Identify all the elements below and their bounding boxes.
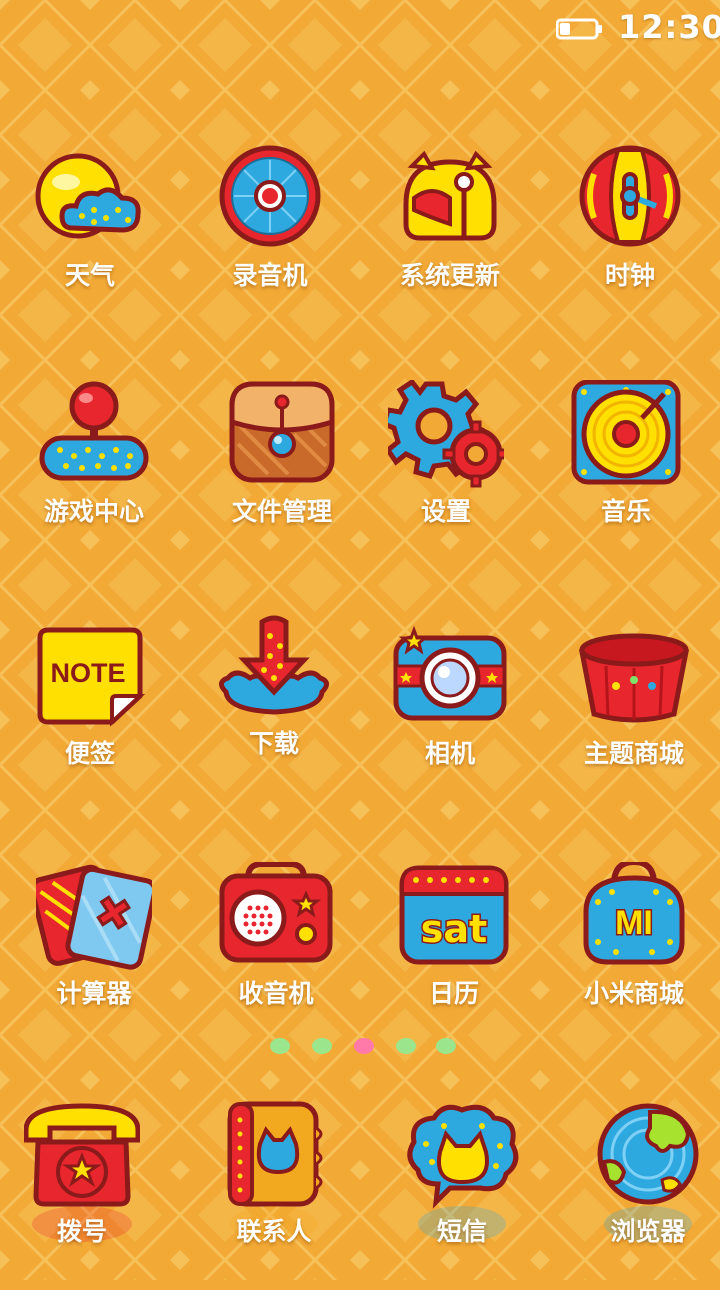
app-calculator[interactable]: 计算器: [4, 862, 184, 1052]
app-label: 联系人: [236, 1217, 312, 1246]
globe-icon: [597, 1103, 699, 1205]
page-indicator[interactable]: [0, 1036, 720, 1060]
dock-messages[interactable]: 短信: [372, 1100, 552, 1290]
battery-icon: [556, 18, 602, 40]
app-label: 计算器: [56, 979, 132, 1008]
mi-bag-icon: MI: [583, 862, 685, 965]
theme-store-icon: [578, 633, 690, 723]
dock-browser[interactable]: 浏览器: [558, 1100, 720, 1290]
page-dot[interactable]: [312, 1038, 332, 1054]
app-download[interactable]: 下载: [184, 612, 364, 802]
calendar-icon: sat: [399, 865, 509, 965]
app-file-manager[interactable]: 文件管理: [192, 380, 372, 570]
app-clock[interactable]: 时钟: [540, 144, 720, 334]
download-arrow-icon: [219, 615, 329, 715]
app-label: 游戏中心: [43, 497, 144, 526]
app-weather[interactable]: 天气: [0, 144, 180, 334]
recorder-icon: [219, 145, 321, 247]
status-bar: 12:30: [0, 0, 720, 56]
page-dot[interactable]: [270, 1038, 290, 1054]
app-camera[interactable]: 相机: [360, 622, 540, 812]
app-label: 天气: [64, 261, 115, 290]
app-label: 音乐: [600, 497, 651, 526]
joystick-icon: [39, 381, 149, 481]
mi-icon-text: MI: [615, 904, 653, 942]
app-label: 小米商城: [583, 979, 684, 1008]
telephone-icon: [24, 1103, 140, 1207]
app-label: 拨号: [56, 1217, 107, 1246]
app-label: 相机: [424, 739, 475, 768]
weather-icon: [35, 153, 141, 239]
app-label: 短信: [436, 1217, 487, 1246]
note-icon: NOTE: [37, 627, 146, 727]
app-label: 录音机: [232, 261, 308, 290]
page-dot-active[interactable]: [354, 1038, 374, 1054]
camera-icon: [393, 625, 507, 721]
app-label: 主题商城: [583, 739, 684, 768]
app-system-update[interactable]: 系统更新: [360, 144, 540, 334]
page-dot[interactable]: [396, 1038, 416, 1054]
radio-icon: [219, 862, 333, 963]
app-label: 收音机: [238, 979, 314, 1008]
clock-icon: [579, 145, 681, 247]
app-label: 时钟: [604, 261, 655, 290]
app-theme-store[interactable]: 主题商城: [544, 622, 720, 812]
app-mi-store[interactable]: MI 小米商城: [544, 862, 720, 1052]
status-time: 12:30: [618, 8, 720, 46]
page-dot[interactable]: [436, 1038, 456, 1054]
app-recorder[interactable]: 录音机: [180, 144, 360, 334]
app-label: 日历: [428, 979, 479, 1008]
message-bubble-icon: [407, 1104, 519, 1209]
calendar-icon-text: sat: [421, 907, 487, 951]
calculator-cards-icon: [36, 864, 152, 970]
dock-contacts[interactable]: 联系人: [184, 1100, 364, 1290]
app-calendar[interactable]: sat 日历: [364, 862, 544, 1052]
app-label: 便签: [64, 739, 115, 768]
app-radio[interactable]: 收音机: [186, 862, 366, 1052]
app-label: 系统更新: [399, 261, 500, 290]
contacts-book-icon: [227, 1101, 323, 1207]
note-icon-text: NOTE: [50, 658, 125, 688]
system-update-icon: [403, 150, 497, 241]
app-label: 文件管理: [231, 497, 332, 526]
app-music[interactable]: 音乐: [536, 380, 716, 570]
vinyl-record-icon: [571, 380, 681, 485]
folder-bag-icon: [229, 381, 335, 483]
app-label: 下载: [248, 729, 299, 758]
gear-icon: [388, 380, 504, 488]
app-game-center[interactable]: 游戏中心: [4, 380, 184, 570]
app-label: 浏览器: [610, 1217, 686, 1246]
app-notes[interactable]: NOTE 便签: [0, 622, 180, 812]
app-settings[interactable]: 设置: [356, 380, 536, 570]
app-label: 设置: [420, 497, 471, 526]
dock-dialer[interactable]: 拨号: [0, 1100, 172, 1290]
